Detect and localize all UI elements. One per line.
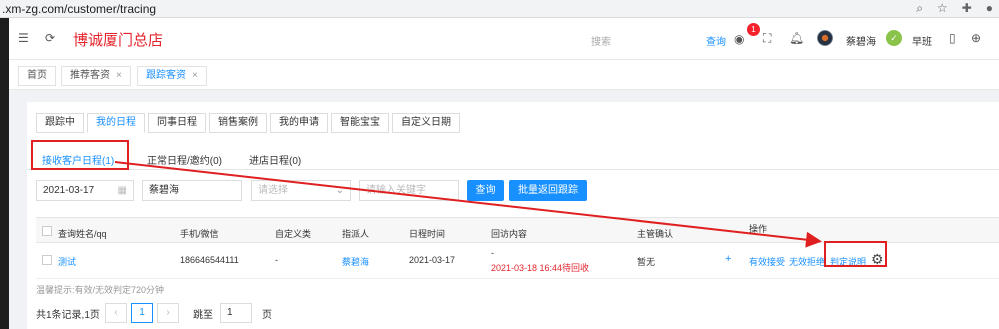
select-all-checkbox[interactable] (42, 226, 52, 236)
subtab-normal-schedule[interactable]: 正常日程/邀约(0) (147, 152, 222, 167)
page-tab-home[interactable]: 首页 (18, 66, 56, 86)
page-tab-recommend[interactable]: 推荐客资 × (61, 66, 131, 86)
accept-valid-link[interactable]: 有效接受 (749, 255, 785, 268)
app-header: ☰ ⟳ 博诚厦门总店 搜索 查询 ◉ 1 ⛶ 🔔︎ 蔡碧海 ✓ 早班 ▯ ⊕ (9, 18, 999, 60)
tab-tracking[interactable]: 跟踪中 (36, 113, 84, 133)
person-value: 蔡碧海 (149, 185, 179, 196)
user-name[interactable]: 蔡碧海 (846, 33, 876, 48)
phone-cell: 186646544111 (180, 255, 239, 265)
refresh-icon[interactable]: ⟳ (45, 31, 55, 45)
page-tab-label: 推荐客资 (70, 70, 110, 81)
jump-label: 跳至 (193, 310, 213, 321)
reject-invalid-link[interactable]: 无效拒绝 (789, 255, 825, 268)
address-url[interactable]: .xm-zg.com/customer/tracing (2, 2, 156, 16)
supervisor-confirm-cell: 暂无 (637, 257, 656, 267)
keyword-input[interactable]: 请输入关键字 (359, 180, 459, 201)
globe-icon[interactable]: ⊕ (971, 31, 981, 45)
tab-my-applications[interactable]: 我的申请 (270, 113, 328, 133)
notification-badge: 1 (747, 23, 760, 36)
zoom-icon[interactable]: ⌕ (916, 1, 923, 16)
schedule-date-cell: 2021-03-17 (409, 255, 456, 265)
customer-name-link[interactable]: 测试 (58, 255, 76, 268)
select-placeholder: 请选择 (258, 185, 288, 196)
schedule-tabs: 跟踪中 我的日程 同事日程 销售案例 我的申请 智能宝宝 自定义日期 (36, 113, 463, 133)
search-input[interactable]: 搜索 (591, 33, 611, 48)
page-unit-label: 页 (262, 310, 272, 321)
batch-return-button[interactable]: 批量返回跟踪 (509, 180, 587, 201)
browser-address-bar: .xm-zg.com/customer/tracing ⌕ ☆ ✚ ● (0, 0, 999, 18)
chevron-down-icon: ⌄ (335, 185, 344, 196)
close-icon[interactable]: × (116, 70, 122, 81)
col-header: 主管确认 (637, 229, 674, 239)
tab-sales-cases[interactable]: 销售案例 (209, 113, 267, 133)
visit-content-cell: - (491, 248, 494, 258)
person-field[interactable]: 蔡碧海 (142, 180, 242, 201)
add-button[interactable]: + (725, 253, 731, 265)
shift-avatar: ✓ (886, 30, 902, 46)
page-button-current[interactable]: 1 (131, 303, 153, 323)
main-content: 跟踪中 我的日程 同事日程 销售案例 我的申请 智能宝宝 自定义日期 接收客户日… (27, 102, 999, 329)
fullscreen-icon[interactable]: ⛶ (763, 31, 771, 46)
page-tabs-bar: 首页 推荐客资 × 跟踪客资 × (9, 60, 999, 90)
target-icon[interactable]: ◉ (734, 32, 744, 46)
col-header: 查询姓名/qq (58, 229, 107, 239)
search-button[interactable]: 查询 (706, 33, 726, 48)
date-picker[interactable]: 2021-03-17 ▦ (36, 180, 134, 201)
pagination-summary: 共1条记录,1页 (36, 310, 100, 321)
page-tab-tracking[interactable]: 跟踪客资 × (137, 66, 207, 86)
menu-collapse-icon[interactable]: ☰ (18, 31, 29, 45)
tab-colleague-schedule[interactable]: 同事日程 (148, 113, 206, 133)
annotation-box-subtab (31, 140, 129, 170)
col-header: 自定义类 (275, 229, 312, 239)
sub-tabs: 接收客户日程(1) 正常日程/邀约(0) 进店日程(0) (27, 146, 999, 170)
keyword-placeholder: 请输入关键字 (366, 185, 426, 196)
star-icon[interactable]: ☆ (937, 1, 948, 16)
calendar-icon: ▦ (117, 185, 127, 196)
subtab-store-schedule[interactable]: 进店日程(0) (249, 152, 301, 167)
assignee-link[interactable]: 蔡碧海 (342, 255, 369, 268)
annotation-box-actions (824, 241, 887, 267)
query-button[interactable]: 查询 (467, 180, 504, 201)
col-header: 指派人 (342, 229, 370, 239)
status-select[interactable]: 请选择 ⌄ (251, 180, 351, 201)
table-header: 查询姓名/qq 手机/微信 自定义类 指派人 日程时间 回访内容 主管确认 操作 (36, 217, 999, 243)
next-page-button[interactable]: › (157, 303, 179, 323)
col-header: 日程时间 (409, 229, 446, 239)
page-tab-label: 跟踪客资 (146, 70, 186, 81)
tab-smart-baby[interactable]: 智能宝宝 (331, 113, 389, 133)
col-header: 回访内容 (491, 229, 528, 239)
extensions-icon[interactable]: ✚ (962, 1, 972, 16)
profile-icon[interactable]: ● (986, 1, 993, 16)
page-tab-label: 首页 (27, 70, 47, 81)
mobile-icon[interactable]: ▯ (949, 31, 956, 45)
tab-my-schedule[interactable]: 我的日程 (87, 113, 145, 133)
bell-icon[interactable]: 🔔︎ (789, 31, 804, 45)
jump-page-input[interactable]: 1 (220, 303, 252, 323)
close-icon[interactable]: × (192, 70, 198, 81)
brand-title: 博诚厦门总店 (73, 31, 164, 49)
tab-custom-date[interactable]: 自定义日期 (392, 113, 460, 133)
left-sidebar-strip (0, 18, 9, 329)
hint-text: 温馨提示:有效/无效判定720分钟 (36, 285, 165, 295)
col-header: 操作 (749, 224, 768, 234)
col-header: 手机/微信 (180, 229, 219, 239)
shift-label[interactable]: 早班 (912, 33, 932, 48)
avatar[interactable] (817, 30, 833, 46)
visit-deadline: 2021-03-18 16:44待回收 (491, 263, 590, 273)
custom-cell: - (275, 255, 278, 265)
row-checkbox[interactable] (42, 255, 52, 265)
date-value: 2021-03-17 (43, 185, 95, 196)
prev-page-button[interactable]: ‹ (105, 303, 127, 323)
